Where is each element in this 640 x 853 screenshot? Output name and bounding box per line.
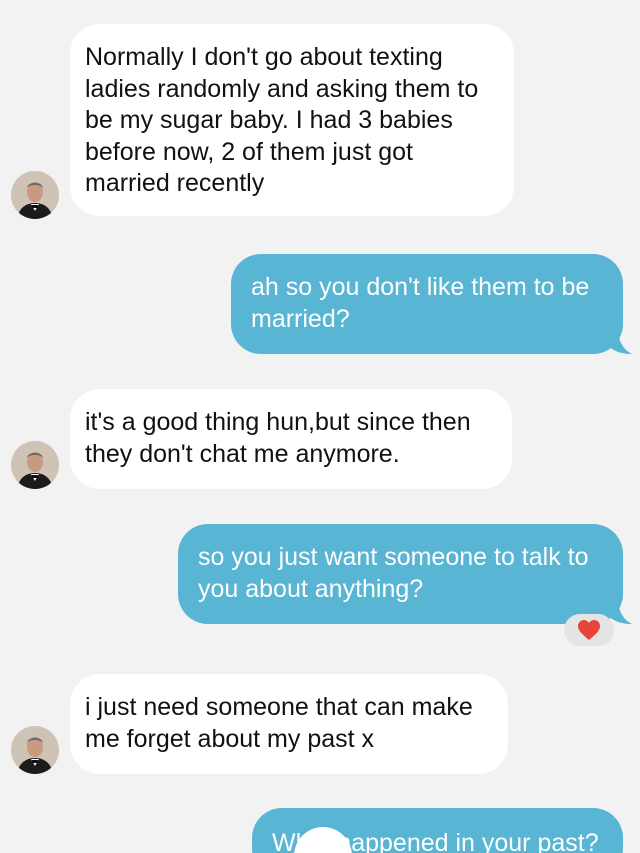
incoming-message[interactable]: it's a good thing hun,but since then the… <box>70 389 512 489</box>
contact-avatar[interactable] <box>11 441 59 489</box>
bubble-tail <box>606 328 632 354</box>
avatar-photo <box>11 171 59 219</box>
chat-thread[interactable]: Normally I don't go about texting ladies… <box>0 0 640 853</box>
outgoing-message[interactable]: ah so you don't like them to be married? <box>231 254 623 354</box>
incoming-message[interactable]: Normally I don't go about texting ladies… <box>70 24 514 216</box>
contact-avatar[interactable] <box>11 726 59 774</box>
message-text: so you just want someone to talk to you … <box>198 543 589 603</box>
incoming-message[interactable]: i just need someone that can make me for… <box>70 674 508 774</box>
outgoing-message[interactable]: so you just want someone to talk to you … <box>178 524 623 624</box>
message-text: ah so you don't like them to be married? <box>251 273 590 333</box>
heart-icon <box>578 620 600 640</box>
contact-avatar[interactable] <box>11 171 59 219</box>
message-reaction[interactable] <box>564 614 614 646</box>
message-text: Normally I don't go about texting ladies… <box>85 43 479 197</box>
message-text: i just need someone that can make me for… <box>85 693 473 753</box>
avatar-photo <box>11 726 59 774</box>
message-text: it's a good thing hun,but since then the… <box>85 408 471 468</box>
avatar-photo <box>11 441 59 489</box>
